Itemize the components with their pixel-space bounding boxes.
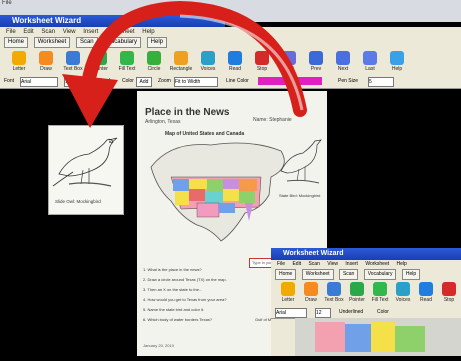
second-window-title-bar[interactable]: Worksheet Wizard xyxy=(271,248,461,260)
w2-text-box-icon xyxy=(327,282,341,296)
second-menu-bar: File Edit Scan View Insert Worksheet Hel… xyxy=(271,260,461,269)
w2-stop-icon xyxy=(442,282,456,296)
w2-tab-vocabulary[interactable]: Vocabulary xyxy=(363,269,397,280)
arrow-head xyxy=(62,74,118,128)
w2-menu-scan[interactable]: Scan xyxy=(308,261,319,267)
w2-menu-view[interactable]: View xyxy=(327,261,338,267)
w2-menu-help[interactable]: Help xyxy=(397,261,407,267)
w2-tab-scan[interactable]: Scan xyxy=(338,269,359,280)
second-toolbar: Letter Draw Text Box Pointer Fill Text Voices… xyxy=(271,280,461,306)
second-map-preview xyxy=(315,322,425,352)
arrow-highlight xyxy=(179,14,304,111)
w2-pointer-icon xyxy=(350,282,364,296)
w2-tab-help[interactable]: Help xyxy=(401,269,421,280)
w2-menu-worksheet[interactable]: Worksheet xyxy=(365,261,389,267)
second-window: File Edit Scan View Insert Worksheet Hel… xyxy=(271,260,461,356)
second-tab-bar: Home Worksheet Scan Vocabulary Help xyxy=(271,269,461,280)
w2-tab-home[interactable]: Home xyxy=(275,269,297,280)
w2-color-label: Color xyxy=(377,309,389,315)
w2-font-size-select[interactable]: 12 xyxy=(315,308,331,318)
w2-menu-insert[interactable]: Insert xyxy=(345,261,358,267)
w2-letter-icon xyxy=(281,282,295,296)
second-window-title: Worksheet Wizard xyxy=(283,250,344,257)
w2-menu-file[interactable]: File xyxy=(277,261,285,267)
w2-tool-stop-label: Stop xyxy=(443,297,455,303)
w2-fill-text-icon xyxy=(373,282,387,296)
w2-draw-icon xyxy=(304,282,318,296)
w2-voices-icon xyxy=(396,282,410,296)
w2-font-select[interactable]: Arial xyxy=(275,308,307,318)
w2-tool-stop-button[interactable]: Stop xyxy=(436,280,461,303)
second-document-area xyxy=(295,318,461,356)
w2-tab-worksheet[interactable]: Worksheet xyxy=(301,269,334,280)
w2-menu-edit[interactable]: Edit xyxy=(292,261,301,267)
curved-arrow-shaft xyxy=(81,0,307,117)
w2-underline-checkbox[interactable]: Underlined xyxy=(339,308,363,316)
w2-read-icon xyxy=(419,282,433,296)
